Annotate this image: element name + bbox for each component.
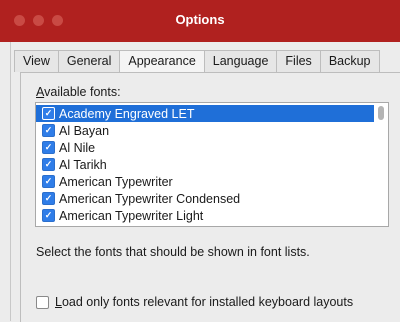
font-list-item[interactable]: ✓ American Typewriter Light <box>36 207 374 224</box>
font-name: American Typewriter Condensed <box>59 191 241 206</box>
font-checkbox[interactable]: ✓ <box>42 192 55 205</box>
font-checkbox[interactable]: ✓ <box>42 209 55 222</box>
font-checkbox[interactable]: ✓ <box>42 175 55 188</box>
font-list-hint: Select the fonts that should be shown in… <box>36 245 310 259</box>
font-name: Al Tarikh <box>59 157 107 172</box>
font-name: Al Bayan <box>59 123 110 138</box>
font-list-item[interactable]: ✓ Al Bayan <box>36 122 374 139</box>
available-fonts-mnemonic: A <box>36 85 45 99</box>
font-name: Academy Engraved LET <box>59 106 195 121</box>
font-list-item[interactable]: ✓ Academy Engraved LET <box>36 105 374 122</box>
font-list-item[interactable]: ✓ Al Tarikh <box>36 156 374 173</box>
window-title: Options <box>175 12 225 27</box>
font-checkbox[interactable]: ✓ <box>42 124 55 137</box>
tab-appearance[interactable]: Appearance <box>119 50 204 72</box>
tab-files[interactable]: Files <box>276 50 320 72</box>
keyboard-layouts-option[interactable]: Load only fonts relevant for installed k… <box>36 295 353 309</box>
font-checkbox[interactable]: ✓ <box>42 158 55 171</box>
font-list[interactable]: ✓ Academy Engraved LET ✓ Al Bayan ✓ Al N… <box>35 102 389 227</box>
font-name: Al Nile <box>59 140 96 155</box>
font-name: American Typewriter <box>59 174 173 189</box>
tab-view[interactable]: View <box>14 50 58 72</box>
tab-backup[interactable]: Backup <box>319 50 380 72</box>
font-list-scrollbar[interactable] <box>376 104 387 225</box>
tab-general[interactable]: General <box>57 50 120 72</box>
available-fonts-label-text: vailable fonts: <box>44 85 121 99</box>
title-bar: Options <box>0 0 400 42</box>
keyboard-layouts-mnemonic: L <box>55 295 62 309</box>
font-list-item[interactable]: ✓ Al Nile <box>36 139 374 156</box>
tab-bar: View General Appearance Language Files B… <box>14 50 380 72</box>
scrollbar-thumb[interactable] <box>378 106 384 120</box>
font-name: American Typewriter Light <box>59 208 204 223</box>
keyboard-layouts-label: Load only fonts relevant for installed k… <box>55 295 353 309</box>
font-list-item[interactable]: ✓ American Typewriter <box>36 173 374 190</box>
tab-language[interactable]: Language <box>203 50 277 72</box>
keyboard-layouts-checkbox[interactable] <box>36 295 49 309</box>
font-checkbox[interactable]: ✓ <box>42 107 55 120</box>
font-list-item[interactable]: ✓ American Typewriter Condensed <box>36 190 374 207</box>
font-checkbox[interactable]: ✓ <box>42 141 55 154</box>
available-fonts-label: Available fonts: <box>36 85 121 99</box>
keyboard-layouts-label-text: oad only fonts relevant for installed ke… <box>61 295 354 309</box>
